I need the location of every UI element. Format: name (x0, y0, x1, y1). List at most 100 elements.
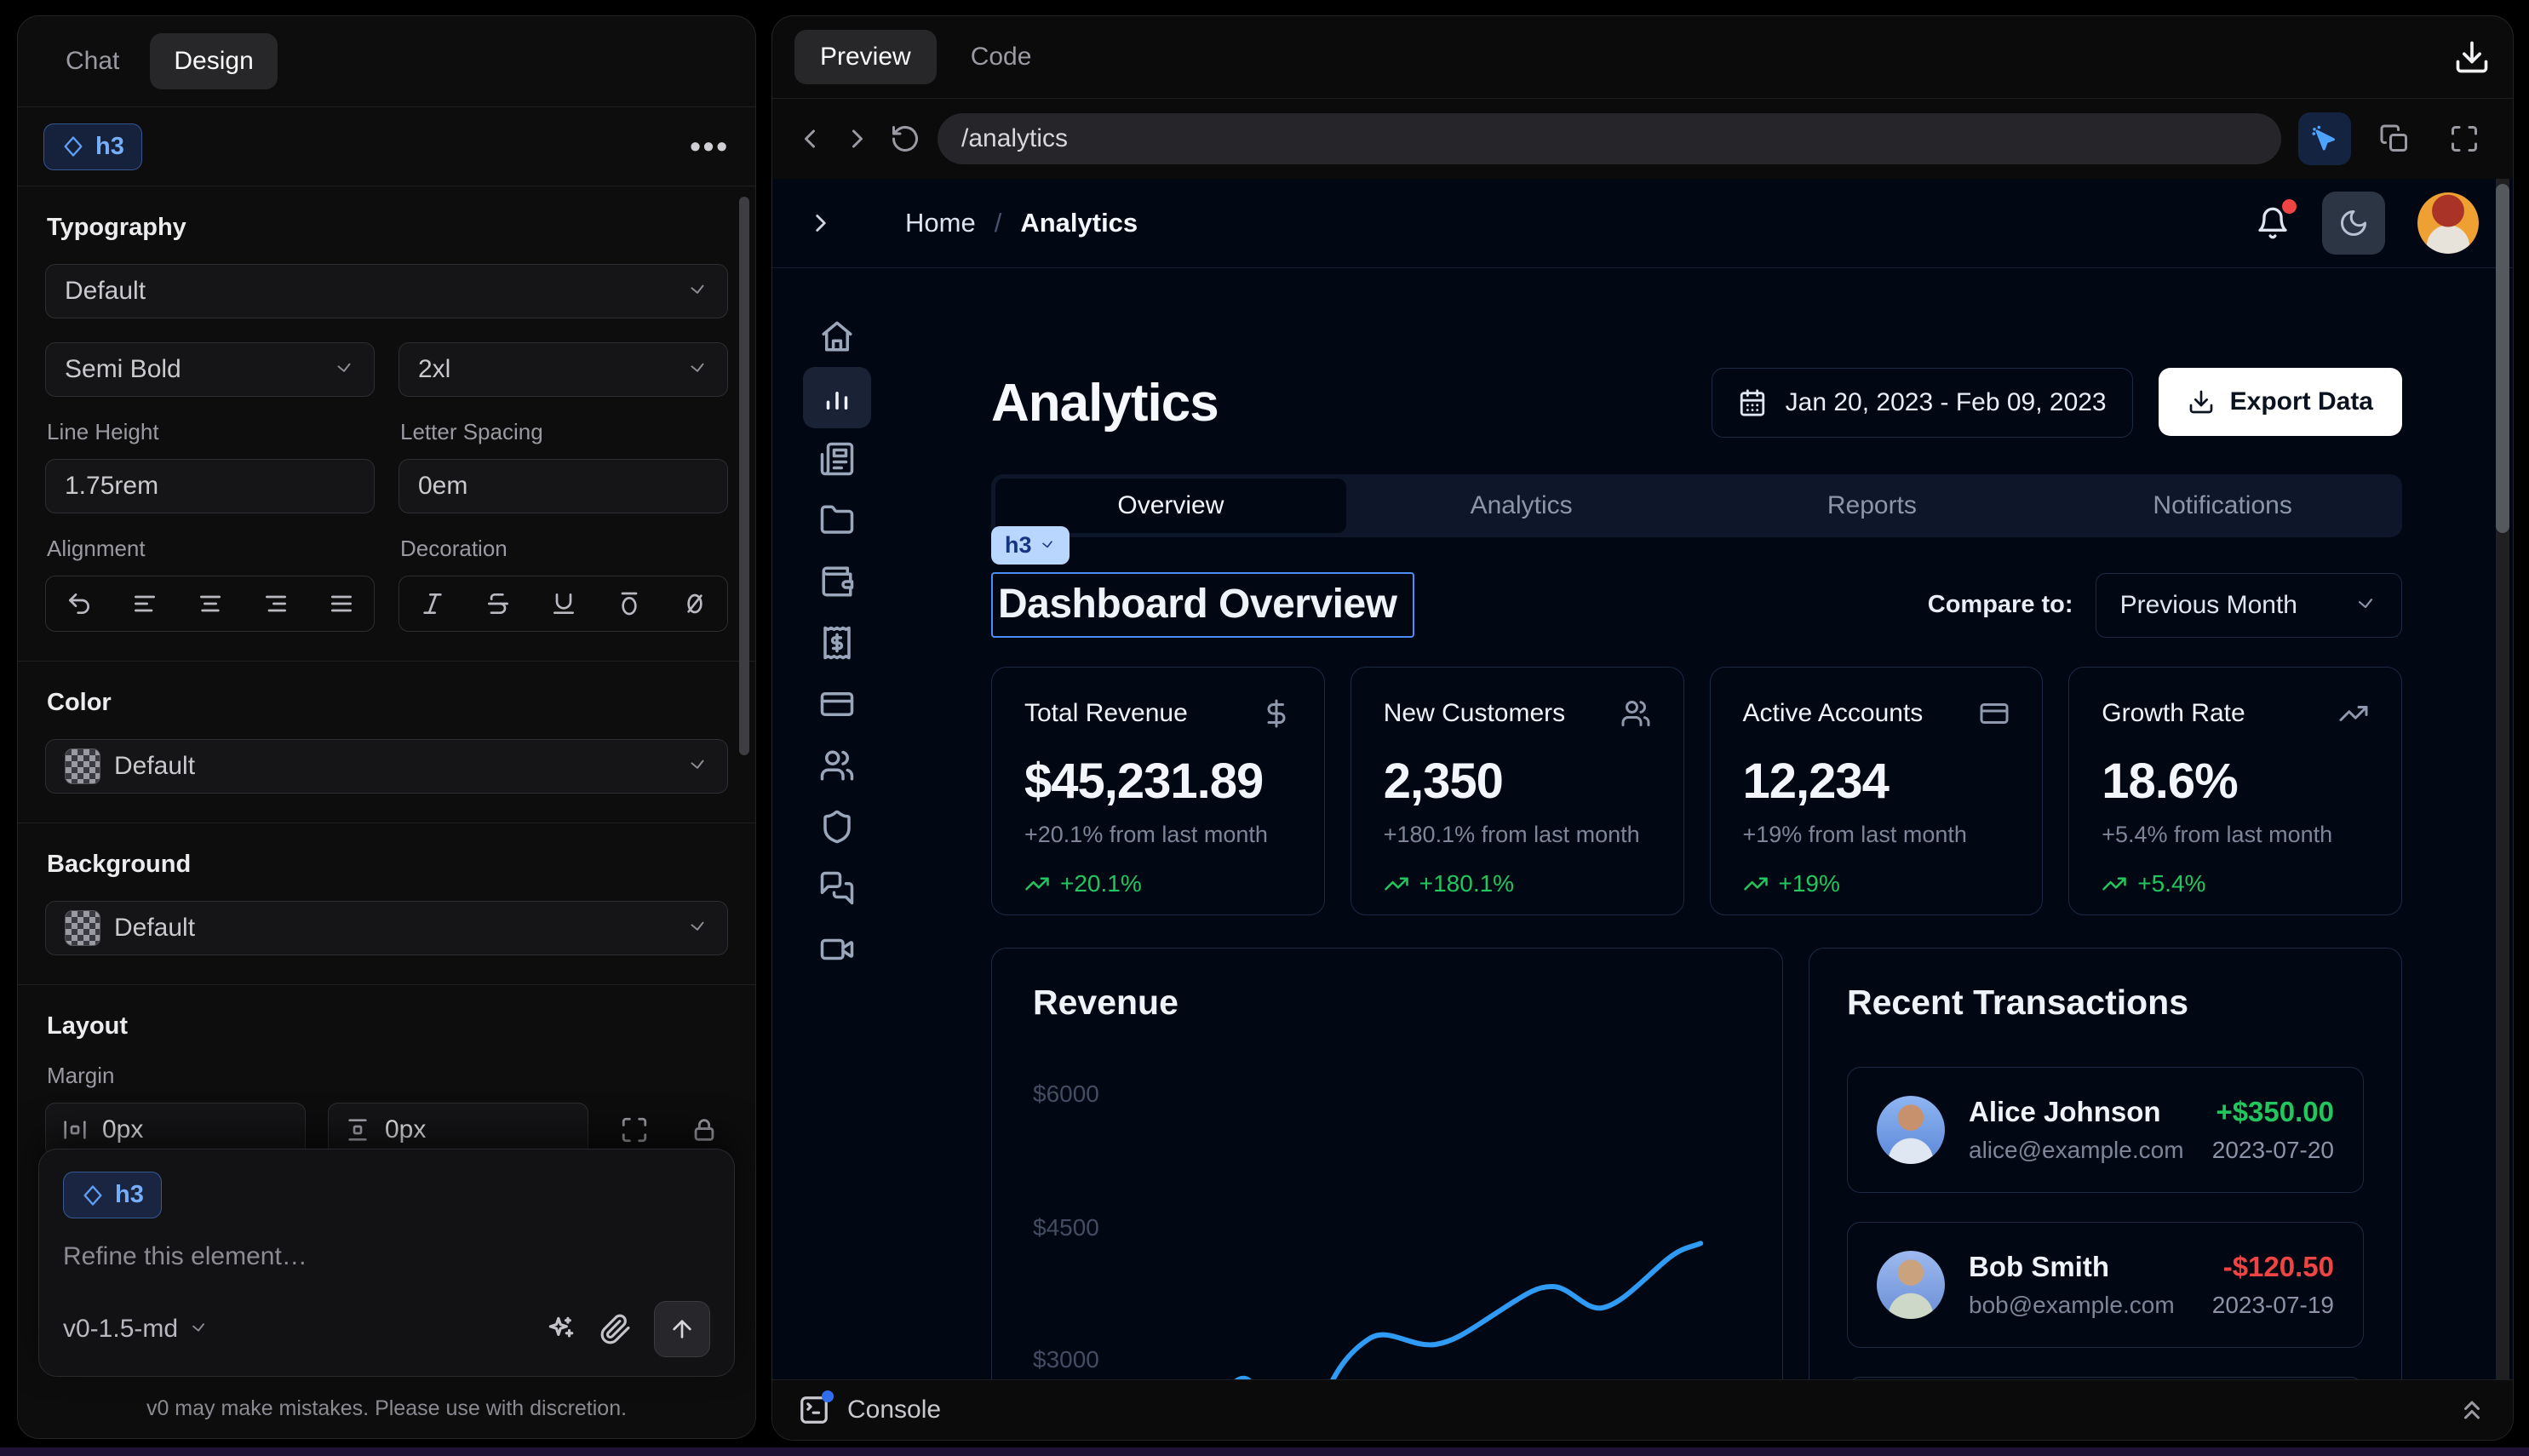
align-align-center-button[interactable] (177, 576, 243, 631)
line-height-input[interactable]: 1.75rem (45, 459, 375, 513)
selected-heading-outline[interactable]: Dashboard Overview (991, 572, 1414, 638)
sidebar-item-folder[interactable] (803, 490, 871, 551)
download-icon[interactable] (2453, 38, 2491, 76)
stat-card: Active Accounts 12,234 +19% from last mo… (1710, 667, 2044, 915)
users-icon (1620, 698, 1651, 729)
sidebar-item-credit-card[interactable] (803, 674, 871, 735)
copy-button[interactable] (2368, 112, 2421, 165)
sidebar-item-wallet[interactable] (803, 551, 871, 612)
sidebar-item-video[interactable] (803, 919, 871, 980)
transaction-item[interactable]: Alice Johnson alice@example.com +$350.00… (1847, 1067, 2364, 1193)
align-undo-button[interactable] (46, 576, 112, 631)
left-panel-scrollbar[interactable] (739, 197, 749, 755)
v0-app-window: Chat Design h3 ••• Typography Default Se… (0, 0, 2529, 1456)
notifications-button[interactable] (2256, 206, 2290, 240)
forward-icon[interactable] (842, 123, 873, 154)
refresh-icon[interactable] (890, 123, 920, 154)
transaction-amount: +$350.00 (2212, 1096, 2334, 1128)
tab-chat[interactable]: Chat (42, 33, 143, 89)
color-select[interactable]: Default (45, 739, 728, 794)
font-weight-value: Semi Bold (65, 355, 319, 384)
background-select[interactable]: Default (45, 901, 728, 955)
decoration-overline-button[interactable] (596, 576, 662, 631)
expand-icon (620, 1115, 649, 1144)
font-family-select[interactable]: Default (45, 264, 728, 318)
inspect-mode-button[interactable] (2298, 112, 2351, 165)
letter-spacing-label: Letter Spacing (400, 419, 728, 445)
revenue-chart-card: Revenue $6000 $4500 $3000 (991, 948, 1783, 1440)
icon-sidebar (772, 267, 900, 980)
url-input[interactable]: /analytics (938, 113, 2281, 164)
sparkles-icon[interactable] (545, 1313, 577, 1345)
preview-navbar: Home / Analytics (772, 179, 2513, 268)
send-button[interactable] (654, 1301, 710, 1357)
chevron-down-icon (686, 280, 708, 302)
background-swatch (65, 910, 100, 946)
letter-spacing-input[interactable]: 0em (399, 459, 728, 513)
export-data-button[interactable]: Export Data (2159, 368, 2402, 436)
fullscreen-button[interactable] (2438, 112, 2491, 165)
composer-input[interactable]: Refine this element… (63, 1242, 710, 1271)
breadcrumb-home[interactable]: Home (905, 208, 976, 238)
transaction-email: alice@example.com (1969, 1137, 2184, 1164)
back-icon[interactable] (794, 123, 825, 154)
font-family-value: Default (65, 277, 673, 306)
sidebar-item-newspaper[interactable] (803, 428, 871, 490)
console-label: Console (847, 1396, 941, 1424)
shield-icon (819, 809, 855, 845)
tab-design[interactable]: Design (150, 33, 277, 89)
more-options-button[interactable]: ••• (690, 129, 730, 164)
margin-lock-button[interactable] (680, 1106, 728, 1154)
sidebar-item-bar-chart[interactable] (803, 367, 871, 428)
align-align-right-button[interactable] (243, 576, 308, 631)
attachment-icon[interactable] (599, 1313, 632, 1345)
layout-title: Layout (47, 1012, 728, 1040)
stat-value: $45,231.89 (1024, 753, 1292, 810)
sidebar-item-shield[interactable] (803, 796, 871, 857)
tab-preview[interactable]: Preview (794, 30, 937, 84)
selected-element-badge[interactable]: h3 (43, 123, 142, 170)
stat-subtext: +19% from last month (1743, 822, 2010, 848)
sidebar-item-messages[interactable] (803, 857, 871, 919)
stat-trend: +19% (1743, 870, 2010, 897)
align-align-left-button[interactable] (112, 576, 177, 631)
sidebar-item-receipt[interactable] (803, 612, 871, 674)
sidebar-toggle-icon[interactable] (806, 209, 835, 238)
sidebar-item-users[interactable] (803, 735, 871, 796)
stat-value: 2,350 (1384, 753, 1651, 810)
dashboard-tab-overview[interactable]: Overview (995, 479, 1346, 533)
compare-select[interactable]: Previous Month (2096, 573, 2402, 638)
console-bar[interactable]: Console (772, 1379, 2513, 1440)
selection-tag-badge[interactable]: h3 (991, 526, 1070, 565)
stat-title: Active Accounts (1743, 699, 1924, 728)
tab-code[interactable]: Code (945, 30, 1058, 84)
transaction-date: 2023-07-19 (2212, 1292, 2334, 1319)
transaction-name: Bob Smith (1969, 1251, 2175, 1283)
dashboard-tab-analytics[interactable]: Analytics (1346, 479, 1697, 533)
margin-expand-button[interactable] (611, 1106, 658, 1154)
align-align-justify-button[interactable] (308, 576, 374, 631)
transaction-item[interactable]: Bob Smith bob@example.com -$120.50 2023-… (1847, 1222, 2364, 1348)
preview-scrollbar-thumb[interactable] (2496, 184, 2509, 533)
model-selector[interactable]: v0-1.5-md (63, 1315, 209, 1344)
compare-label: Compare to: (1928, 591, 2073, 619)
selected-element-tag: h3 (95, 133, 124, 161)
user-avatar[interactable] (2417, 192, 2479, 254)
chevrons-up-icon[interactable] (2457, 1395, 2487, 1425)
sidebar-item-home[interactable] (803, 306, 871, 367)
composer-element-badge[interactable]: h3 (63, 1172, 162, 1218)
trending-up-icon (1384, 871, 1409, 897)
selection-tag: h3 (1005, 532, 1032, 559)
breadcrumb: Home / Analytics (905, 208, 1138, 238)
font-size-select[interactable]: 2xl (399, 342, 728, 397)
dashboard-tab-notifications[interactable]: Notifications (2047, 479, 2398, 533)
decoration-strikethrough-button[interactable] (465, 576, 530, 631)
decoration-none-button[interactable] (662, 576, 727, 631)
theme-toggle-button[interactable] (2322, 192, 2385, 255)
date-range-button[interactable]: Jan 20, 2023 - Feb 09, 2023 (1712, 368, 2133, 438)
decoration-italic-button[interactable] (399, 576, 465, 631)
font-weight-select[interactable]: Semi Bold (45, 342, 375, 397)
typography-title: Typography (47, 214, 728, 242)
dashboard-tab-reports[interactable]: Reports (1697, 479, 2048, 533)
decoration-underline-button[interactable] (530, 576, 596, 631)
